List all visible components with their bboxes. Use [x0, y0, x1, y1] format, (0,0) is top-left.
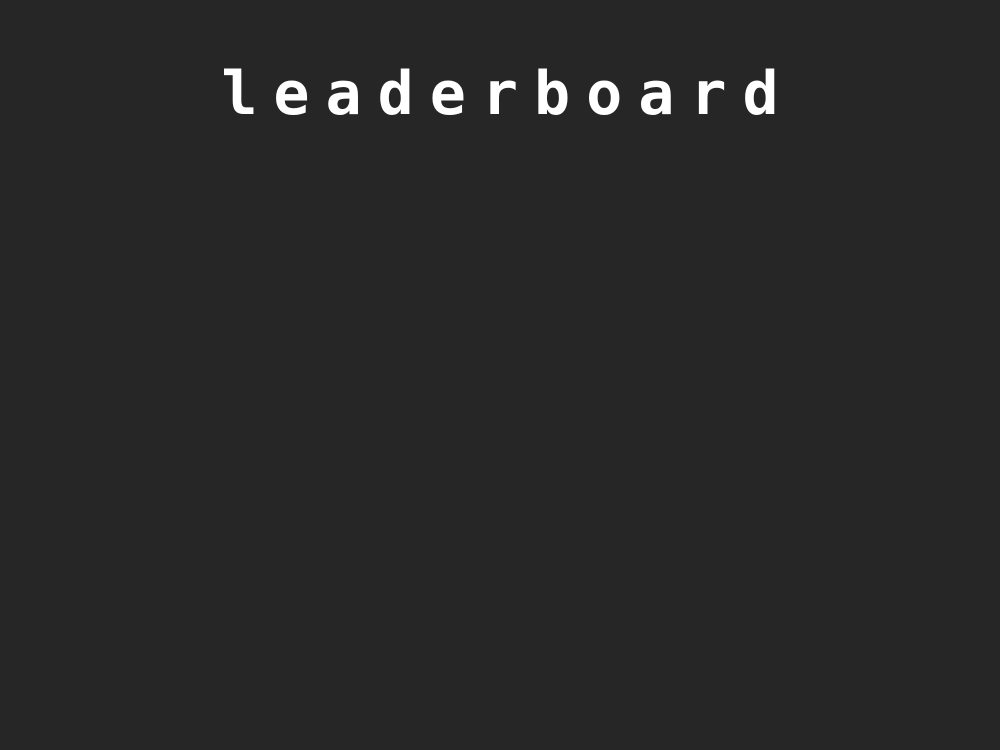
page-title: leaderboard: [221, 59, 795, 129]
leaderboard-screen: leaderboard: [0, 0, 1000, 750]
